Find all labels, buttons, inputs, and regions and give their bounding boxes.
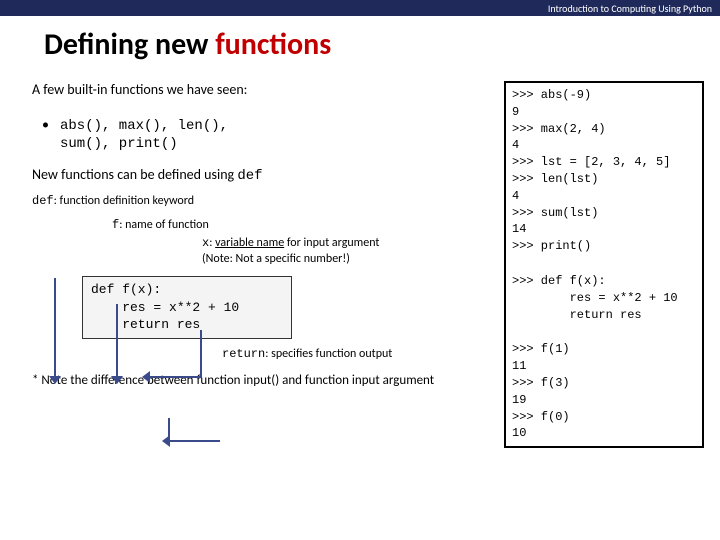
def-kw: def — [32, 194, 54, 208]
anno-return-kw: return — [222, 347, 265, 361]
arrow-f-head — [111, 376, 123, 384]
code-l1: def f(x): — [91, 281, 283, 299]
content: A few built-in functions we have seen: a… — [0, 81, 720, 448]
def-kw-post: : function definition keyword — [54, 194, 194, 208]
course-name: Introduction to Computing Using Python — [548, 2, 712, 15]
footnote: * Note the difference between function i… — [32, 373, 480, 388]
left-column: A few built-in functions we have seen: a… — [32, 81, 480, 448]
anno-x: x: variable name for input argument — [202, 236, 480, 250]
code-l2: res = x**2 + 10 — [91, 299, 283, 317]
page-title: Defining new functions — [0, 16, 720, 81]
new-funcs-kw: def — [237, 168, 262, 184]
title-part2: functions — [215, 26, 331, 63]
terminal-block3: >>> f(1) 11 >>> f(3) 19 >>> f(0) 10 — [506, 337, 702, 446]
terminal-sep1 — [506, 259, 702, 269]
bullet-line1: abs(), max(), len(), — [60, 118, 228, 134]
arrow-def — [54, 278, 56, 378]
anno-return: return: specifies function output — [222, 347, 480, 361]
arrow-return-h — [170, 440, 220, 442]
code-box: def f(x): res = x**2 + 10 return res — [82, 276, 292, 339]
bullet-builtins: abs(), max(), len(), sum(), print() — [32, 116, 480, 152]
code-l3: return res — [91, 316, 283, 334]
new-funcs-pre: New functions can be defined using — [32, 166, 237, 183]
terminal-sep2 — [506, 327, 702, 337]
arrow-f — [116, 304, 118, 378]
anno-x-note: (Note: Not a specific number!) — [202, 252, 480, 266]
bullet-line2: sum(), print() — [60, 136, 178, 152]
top-bar: Introduction to Computing Using Python — [0, 0, 720, 16]
anno-return-post: : specifies function output — [265, 347, 392, 361]
def-label: def: function definition keyword — [32, 194, 480, 208]
intro-text: A few built-in functions we have seen: — [32, 81, 480, 98]
anno-f-post: : name of function — [119, 218, 209, 232]
anno-x-post2: for input argument — [284, 236, 379, 250]
arrow-x-head — [142, 371, 150, 383]
right-column: >>> abs(-9) 9 >>> max(2, 4) 4 >>> lst = … — [504, 81, 704, 448]
title-part1: Defining new — [44, 26, 215, 63]
anno-x-u: variable name — [215, 236, 284, 250]
arrow-x-h — [150, 376, 200, 378]
new-funcs-line: New functions can be defined using def — [32, 166, 480, 184]
arrow-x — [200, 330, 202, 378]
terminal-block1: >>> abs(-9) 9 >>> max(2, 4) 4 >>> lst = … — [506, 83, 702, 259]
arrow-def-head — [49, 376, 61, 384]
terminal-block2: >>> def f(x): res = x**2 + 10 return res — [506, 269, 702, 327]
terminal-box: >>> abs(-9) 9 >>> max(2, 4) 4 >>> lst = … — [504, 81, 704, 448]
arrow-return-v — [168, 418, 170, 440]
anno-f: f: name of function — [112, 218, 480, 232]
